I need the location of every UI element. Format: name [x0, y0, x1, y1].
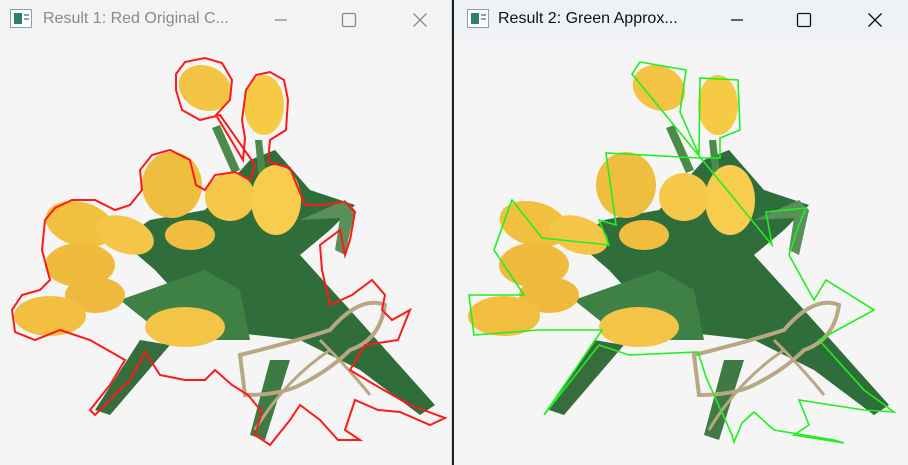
minimize-button[interactable]	[258, 0, 304, 40]
window-app-icon	[10, 9, 32, 28]
minimize-icon	[275, 19, 287, 21]
minimize-icon	[731, 19, 743, 21]
close-button[interactable]	[852, 0, 898, 40]
minimize-button[interactable]	[714, 0, 760, 40]
maximize-icon	[796, 12, 812, 28]
result-2-window[interactable]: Result 2: Green Approx...	[454, 0, 908, 465]
close-icon	[868, 13, 882, 27]
title-bar[interactable]: Result 1: Red Original C...	[0, 0, 451, 40]
title-bar[interactable]: Result 2: Green Approx...	[454, 0, 908, 40]
maximize-button[interactable]	[326, 0, 372, 40]
window-app-icon	[467, 9, 489, 28]
result-1-window[interactable]: Result 1: Red Original C...	[0, 0, 452, 465]
window-title: Result 1: Red Original C...	[43, 10, 229, 27]
close-button[interactable]	[397, 0, 443, 40]
close-icon	[413, 13, 427, 27]
maximize-icon	[341, 12, 357, 28]
window-title: Result 2: Green Approx...	[498, 10, 678, 27]
maximize-button[interactable]	[781, 0, 827, 40]
image-canvas	[0, 40, 451, 465]
image-canvas	[454, 40, 908, 465]
